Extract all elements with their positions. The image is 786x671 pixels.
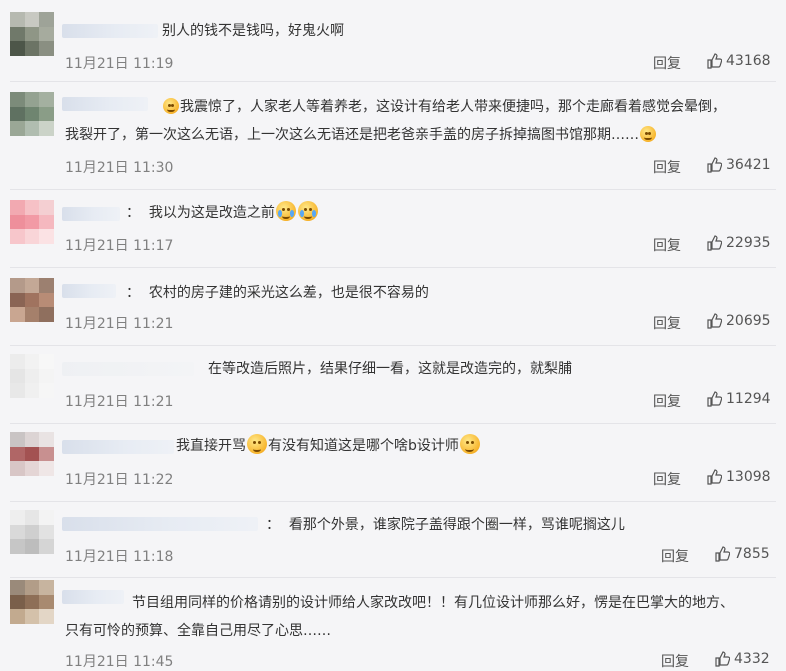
username-blurred[interactable] <box>62 440 174 454</box>
reply-button[interactable]: 回复 <box>653 235 681 255</box>
comment-item: ： 农村的房子建的采光这么差，也是很不容易的 11月21日 11:21 回复 2… <box>0 268 786 346</box>
like-button[interactable]: 43168 <box>706 53 771 69</box>
upside-down-face-emoji <box>163 98 179 114</box>
comment-item: ： 看那个外景，谁家院子盖得跟个圈一样，骂谁呢搁这儿 11月21日 11:18 … <box>0 502 786 578</box>
avatar[interactable] <box>10 580 54 624</box>
comment-text-line2: 只有可怜的预算、全靠自己用尽了心思…… <box>65 623 331 639</box>
thumbs-up-icon <box>715 546 730 562</box>
reply-button[interactable]: 回复 <box>661 651 689 671</box>
comment-text: ： 我以为这是改造之前 <box>126 200 319 226</box>
like-count: 13098 <box>726 469 771 485</box>
comment-item: 节目组用同样的价格请别的设计师给人家改改吧！！有几位设计师那么好，愣是在巴掌大的… <box>0 578 786 671</box>
like-count: 43168 <box>726 53 771 69</box>
comment-time: 11月21日 11:21 <box>65 394 174 410</box>
thumbs-up-icon <box>707 313 722 329</box>
comment-list: 别人的钱不是钱吗，好鬼火啊 11月21日 11:19 回复 43168 我震惊了… <box>0 0 786 671</box>
like-button[interactable]: 4332 <box>714 651 770 667</box>
comment-item: 我震惊了，人家老人等着养老，这设计有给老人带来便捷吗，那个走廊看着感觉会晕倒， … <box>0 82 786 190</box>
like-count: 20695 <box>726 313 771 329</box>
comment-time: 11月21日 11:22 <box>65 472 174 488</box>
thumbs-up-icon <box>715 651 730 667</box>
smiling-face-emoji <box>247 434 267 454</box>
username-blurred[interactable] <box>62 24 158 38</box>
like-count: 22935 <box>726 235 771 251</box>
reply-button[interactable]: 回复 <box>653 53 681 73</box>
like-button[interactable]: 13098 <box>706 469 771 485</box>
comment-text: 我直接开骂 有没有知道这是哪个啥b设计师 <box>176 433 481 459</box>
avatar[interactable] <box>10 354 54 398</box>
username-blurred[interactable] <box>62 590 124 604</box>
thumbs-up-icon <box>707 157 722 173</box>
avatar[interactable] <box>10 510 54 554</box>
thumbs-up-icon <box>707 53 722 69</box>
comment-text: 别人的钱不是钱吗，好鬼火啊 <box>162 23 344 39</box>
comment-time: 11月21日 11:45 <box>65 654 174 670</box>
upside-down-face-emoji <box>640 126 656 142</box>
comment-text: ： 农村的房子建的采光这么差，也是很不容易的 <box>126 285 429 301</box>
thumbs-up-icon <box>707 235 722 251</box>
like-count: 36421 <box>726 157 771 173</box>
comment-text-line1: 我震惊了，人家老人等着养老，这设计有给老人带来便捷吗，那个走廊看着感觉会晕倒， <box>162 94 726 120</box>
reply-button[interactable]: 回复 <box>653 391 681 411</box>
comment-time: 11月21日 11:19 <box>65 56 174 72</box>
thumbs-up-icon <box>707 469 722 485</box>
like-button[interactable]: 22935 <box>706 235 771 251</box>
like-button[interactable]: 7855 <box>714 546 770 562</box>
like-count: 11294 <box>726 391 771 407</box>
reply-button[interactable]: 回复 <box>653 157 681 177</box>
like-button[interactable]: 11294 <box>706 391 771 407</box>
comment-text: 在等改造后照片，结果仔细一看，这就是改造完的，就梨脯 <box>208 361 572 377</box>
comment-item: 我直接开骂 有没有知道这是哪个啥b设计师 11月21日 11:22 回复 1309… <box>0 424 786 502</box>
comment-text: ： 看那个外景，谁家院子盖得跟个圈一样，骂谁呢搁这儿 <box>266 517 625 533</box>
avatar[interactable] <box>10 432 54 476</box>
reply-button[interactable]: 回复 <box>661 546 689 566</box>
comment-time: 11月21日 11:18 <box>65 549 174 565</box>
like-button[interactable]: 20695 <box>706 313 771 329</box>
avatar[interactable] <box>10 200 54 244</box>
comment-item: 别人的钱不是钱吗，好鬼火啊 11月21日 11:19 回复 43168 <box>0 0 786 82</box>
reply-button[interactable]: 回复 <box>653 469 681 489</box>
like-count: 4332 <box>734 651 770 667</box>
smiling-face-emoji <box>459 434 480 454</box>
crying-laughing-emoji <box>297 201 318 221</box>
comment-time: 11月21日 11:17 <box>65 238 174 254</box>
avatar[interactable] <box>10 92 54 136</box>
comment-time: 11月21日 11:30 <box>65 160 174 176</box>
username-blurred[interactable] <box>62 284 116 298</box>
avatar[interactable] <box>10 12 54 56</box>
reply-button[interactable]: 回复 <box>653 313 681 333</box>
comment-time: 11月21日 11:21 <box>65 316 174 332</box>
thumbs-up-icon <box>707 391 722 407</box>
comment-text-line2: 我裂开了，第一次这么无语，上一次这么无语还是把老爸亲手盖的房子拆掉搞图书馆那期…… <box>65 122 657 148</box>
username-blurred[interactable] <box>62 517 258 531</box>
username-blurred[interactable] <box>62 97 148 111</box>
comment-item: ： 我以为这是改造之前 11月21日 11:17 回复 22935 <box>0 190 786 268</box>
crying-laughing-emoji <box>275 201 296 221</box>
comment-text-line1: 节目组用同样的价格请别的设计师给人家改改吧！！有几位设计师那么好，愣是在巴掌大的… <box>132 595 734 611</box>
avatar[interactable] <box>10 278 54 322</box>
username-blurred[interactable] <box>62 207 120 221</box>
like-button[interactable]: 36421 <box>706 157 771 173</box>
like-count: 7855 <box>734 546 770 562</box>
username-blurred[interactable] <box>62 362 194 376</box>
comment-item: 在等改造后照片，结果仔细一看，这就是改造完的，就梨脯 11月21日 11:21 … <box>0 346 786 424</box>
